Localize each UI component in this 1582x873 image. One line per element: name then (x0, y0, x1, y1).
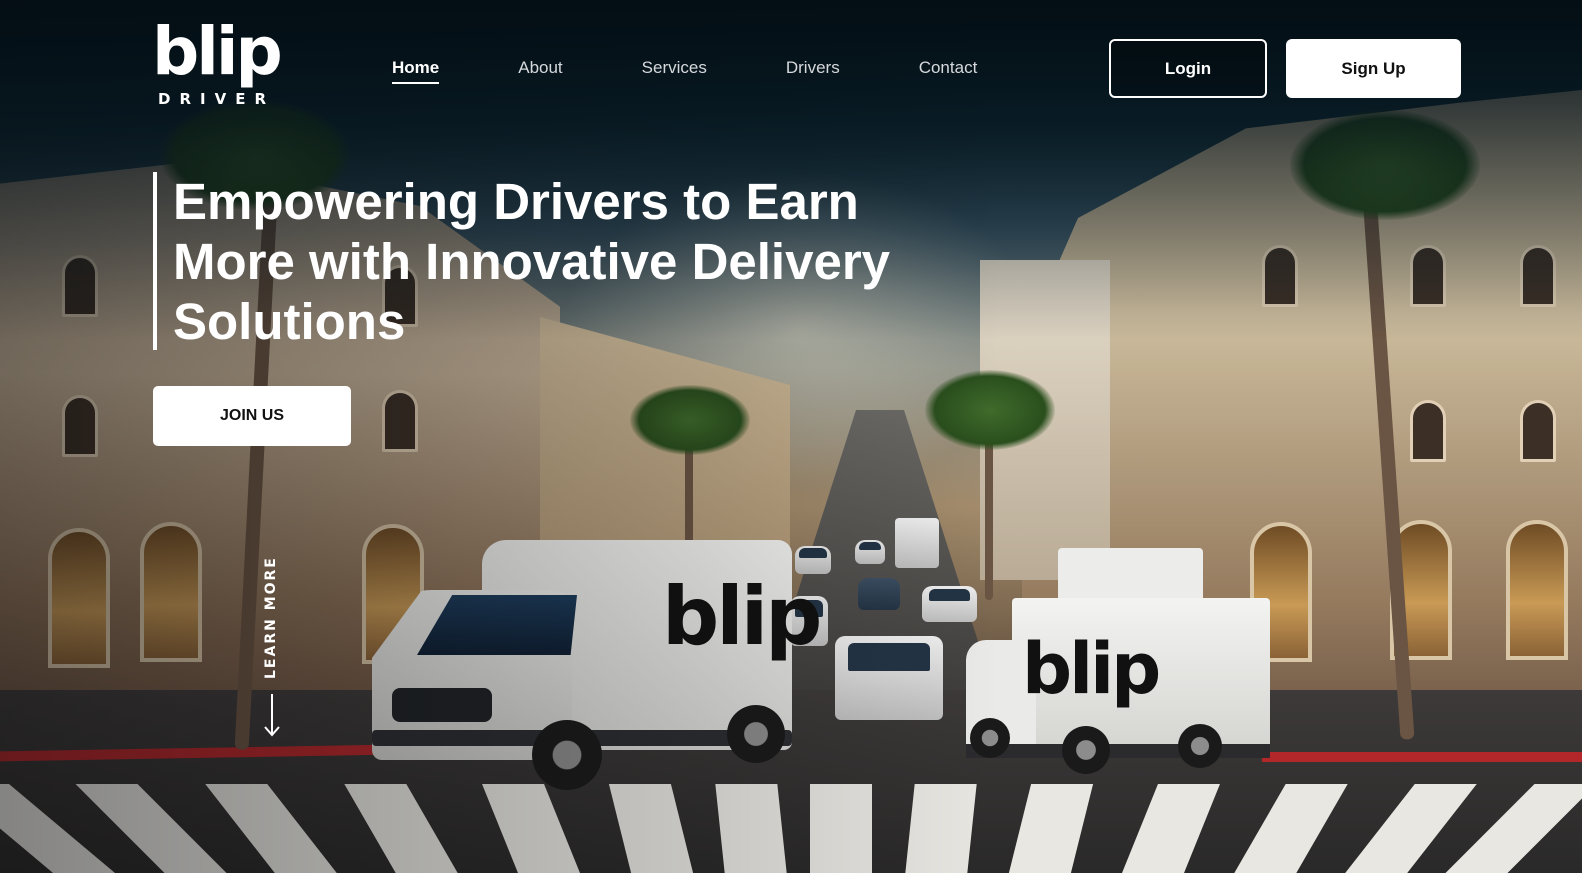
main-nav: Home About Services Drivers Contact (392, 58, 1056, 84)
nav-contact[interactable]: Contact (919, 58, 978, 84)
window (1520, 400, 1556, 462)
hero-accent-bar (153, 172, 157, 350)
nav-home[interactable]: Home (392, 58, 440, 84)
nav-drivers[interactable]: Drivers (786, 58, 840, 84)
nav-services[interactable]: Services (642, 58, 707, 84)
wheel (1062, 726, 1110, 774)
crosswalk-stripe (1234, 784, 1348, 873)
logo-wordmark: blip (152, 13, 283, 90)
arrow-down-icon (264, 694, 280, 737)
box-truck: blip (966, 548, 1276, 778)
storefront-arch (1506, 520, 1568, 660)
site-logo[interactable]: blip DRIVER (152, 13, 283, 109)
join-us-button[interactable]: JOIN US (153, 386, 351, 446)
curb-right (1262, 752, 1582, 762)
login-button[interactable]: Login (1109, 39, 1267, 98)
crosswalk-stripe (1008, 784, 1094, 873)
logo-subtitle: DRIVER (158, 90, 275, 108)
window (1410, 400, 1446, 462)
learn-more-label: LEARN MORE (263, 556, 279, 679)
truck-brand-logo: blip (1022, 628, 1161, 710)
crosswalk-stripe (1122, 784, 1220, 873)
hero-title: Empowering Drivers to Earn More with Inn… (173, 173, 891, 350)
nav-about[interactable]: About (518, 58, 562, 84)
signup-button[interactable]: Sign Up (1286, 39, 1461, 98)
wheel (1178, 724, 1222, 768)
learn-more-link[interactable]: LEARN MORE (256, 556, 286, 740)
